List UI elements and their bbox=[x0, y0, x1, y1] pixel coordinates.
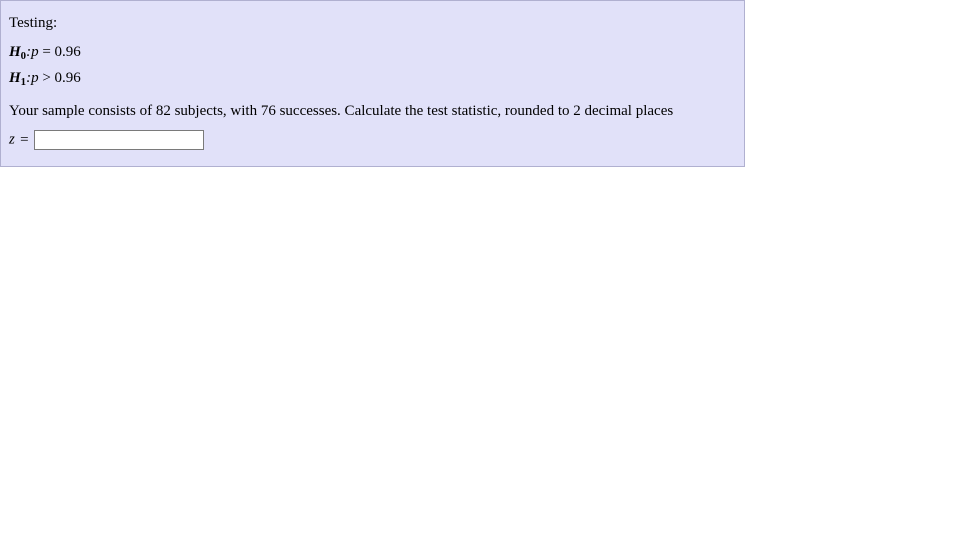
equals-sign: = bbox=[15, 132, 34, 148]
hypotheses: H0:p=0.96 H1:p>0.96 bbox=[9, 42, 736, 89]
h0-value: 0.96 bbox=[55, 44, 81, 60]
question-box: Testing: H0:p=0.96 H1:p>0.96 Your sample… bbox=[0, 0, 745, 167]
h1-var: p bbox=[31, 70, 39, 86]
sample-text-2: subjects, with bbox=[171, 103, 261, 119]
testing-label: Testing: bbox=[9, 15, 736, 32]
sample-description: Your sample consists of 82 subjects, wit… bbox=[9, 103, 736, 120]
z-input[interactable] bbox=[34, 130, 204, 150]
sample-text-3: successes. Calculate the test statistic,… bbox=[276, 103, 673, 119]
h1-rel: > bbox=[39, 70, 55, 86]
null-hypothesis: H0:p=0.96 bbox=[9, 42, 736, 64]
alt-hypothesis: H1:p>0.96 bbox=[9, 68, 736, 90]
h0-H: H bbox=[9, 44, 21, 60]
sample-text-1: Your sample consists of bbox=[9, 103, 156, 119]
h0-rel: = bbox=[39, 44, 55, 60]
h0-var: p bbox=[31, 44, 39, 60]
sample-n: 82 bbox=[156, 103, 171, 119]
z-label: z bbox=[9, 132, 15, 148]
h1-H: H bbox=[9, 70, 21, 86]
sample-successes: 76 bbox=[261, 103, 276, 119]
h1-value: 0.96 bbox=[55, 70, 81, 86]
answer-row: z= bbox=[9, 130, 736, 150]
